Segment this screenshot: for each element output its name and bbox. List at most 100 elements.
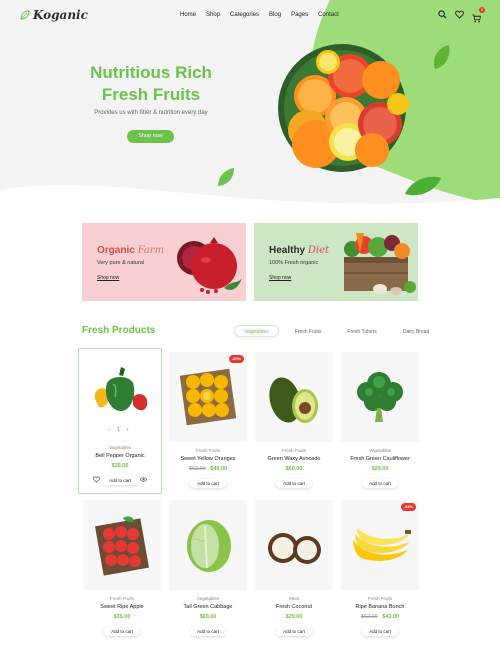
healthy-diet-banner[interactable]: Healthy Diet 100% Fresh organic Shop now: [254, 223, 418, 301]
hero-shop-now-button[interactable]: Shop now: [127, 130, 174, 143]
product-price: $62.00 $49.00: [166, 466, 250, 472]
banner-subtitle: Very pure & natural: [97, 260, 145, 266]
brand-name: Koganic: [33, 8, 88, 22]
product-card[interactable]: -20% Fresh Fruits Sweet Yellow Oranges $…: [166, 352, 250, 490]
decrease-icon[interactable]: −: [108, 427, 111, 433]
nav-home[interactable]: Home: [180, 12, 196, 18]
product-name[interactable]: Sweet Yellow Oranges: [166, 456, 250, 462]
quantity-stepper[interactable]: − 1 +: [108, 427, 129, 433]
increase-icon[interactable]: +: [126, 427, 129, 433]
current-price: $35.00: [113, 614, 131, 620]
tab-fresh-fruits[interactable]: Fresh Fruits: [285, 325, 332, 337]
product-name[interactable]: Green Waxy Avocado: [252, 456, 336, 462]
product-name[interactable]: Tall Green Cabbage: [166, 604, 250, 610]
nav-icons: 0: [438, 7, 485, 23]
product-card[interactable]: Fresh Fruits Sweet Ripe Apple $35.00 Add…: [80, 500, 164, 638]
banner-title-script: Farm: [137, 245, 165, 256]
leaf-decoration: [405, 176, 441, 196]
logo[interactable]: Koganic: [20, 8, 88, 22]
sale-badge: -20%: [228, 355, 244, 363]
add-to-cart-button[interactable]: Add to cart: [190, 479, 226, 488]
banner-shop-now-link[interactable]: Shop now: [97, 275, 119, 281]
add-to-cart-button[interactable]: Add to cart: [362, 627, 398, 636]
product-price: $60.00: [252, 466, 336, 472]
oranges-box-image: [179, 368, 237, 426]
current-price: $29.00: [285, 614, 303, 620]
product-price: $29.00: [252, 614, 336, 620]
tab-vegetables[interactable]: Vegetables: [234, 325, 279, 337]
old-price: $62.00: [188, 466, 206, 472]
bell-pepper-image: [94, 367, 148, 411]
banner-shop-now-link[interactable]: Shop now: [269, 275, 291, 281]
product-price: $62.00 $43.00: [338, 614, 422, 620]
product-name[interactable]: Ripe Banana Bunch: [338, 604, 422, 610]
tab-dairy-bread[interactable]: Dairy Bread: [393, 325, 439, 337]
banner-subtitle: 100% Fresh organic: [269, 260, 319, 266]
product-card[interactable]: Vegetables Tall Green Cabbage $60.00 Add…: [166, 500, 250, 638]
product-category: Fresh Fruits: [281, 448, 306, 453]
product-card[interactable]: Vegetables Fresh Green Cauliflower $29.0…: [338, 352, 422, 490]
product-card[interactable]: Meat Fresh Coconut $29.00 Add to cart: [252, 500, 336, 638]
nav-shop[interactable]: Shop: [206, 12, 220, 18]
current-price: $60.00: [199, 614, 217, 620]
product-name[interactable]: Bell Pepper Organic: [79, 453, 161, 459]
cart-button[interactable]: 0: [472, 7, 485, 23]
current-price: $49.00: [210, 466, 228, 472]
product-image: [341, 352, 419, 442]
nav-blog[interactable]: Blog: [269, 12, 281, 18]
search-icon[interactable]: [438, 10, 447, 19]
hero-title: Nutritious Rich Fresh Fruits: [70, 62, 232, 106]
navbar: Koganic Home Shop Categories Blog Pages …: [0, 0, 500, 32]
product-card[interactable]: − 1 + Vegetables Bell Pepper Organic $35…: [78, 348, 162, 494]
wishlist-heart-icon[interactable]: [93, 476, 100, 483]
current-price: $43.00: [382, 614, 400, 620]
wishlist-heart-icon[interactable]: [455, 10, 464, 19]
banner-title-main: Healthy: [269, 245, 306, 256]
nav-contact[interactable]: Contact: [318, 12, 339, 18]
leaf-logo-icon: [20, 10, 30, 20]
product-category: Vegetables: [368, 448, 392, 453]
nav-menu: Home Shop Categories Blog Pages Contact: [180, 12, 349, 18]
product-image: [83, 500, 161, 590]
product-name[interactable]: Sweet Ripe Apple: [80, 604, 164, 610]
add-to-cart-button[interactable]: Add to cart: [190, 627, 226, 636]
current-price: $29.00: [371, 466, 389, 472]
organic-farm-banner[interactable]: Organic Farm Very pure & natural Shop no…: [82, 223, 246, 301]
product-card[interactable]: -22% Fresh Fruits Ripe Banana Bunch $62.…: [338, 500, 422, 638]
product-image: -22%: [341, 500, 419, 590]
product-image: [255, 500, 333, 590]
product-category: Fresh Fruits: [109, 596, 134, 601]
nav-categories[interactable]: Categories: [230, 12, 259, 18]
product-price: $29.00: [338, 466, 422, 472]
add-to-cart-button[interactable]: Add to cart: [276, 479, 312, 488]
product-image: -20%: [169, 352, 247, 442]
product-name[interactable]: Fresh Coconut: [252, 604, 336, 610]
banner-title-main: Organic: [97, 245, 135, 256]
quick-view-eye-icon[interactable]: [140, 476, 147, 483]
product-name[interactable]: Fresh Green Cauliflower: [338, 456, 422, 462]
citrus-bowl-image: [278, 44, 409, 172]
vegetable-crate-image: [344, 233, 416, 295]
product-category: Vegetables: [108, 445, 132, 450]
hero-title-line2: Fresh Fruits: [101, 85, 201, 104]
apples-box-image: [95, 516, 149, 576]
current-price: $60.00: [285, 466, 303, 472]
current-price: $35.00: [111, 463, 129, 469]
product-image: − 1 +: [81, 349, 159, 439]
product-price: $35.00: [80, 614, 164, 620]
add-to-cart-button[interactable]: Add to cart: [276, 627, 312, 636]
quantity-value: 1: [116, 427, 120, 433]
add-to-cart-button[interactable]: Add to cart: [362, 479, 398, 488]
product-card[interactable]: Fresh Fruits Green Waxy Avocado $60.00 A…: [252, 352, 336, 490]
banner-title-script: Diet: [307, 245, 330, 256]
product-category-tabs: Vegetables Fresh Fruits Fresh Tubers Dai…: [234, 325, 439, 337]
add-to-cart-button[interactable]: Add to cart: [104, 627, 140, 636]
product-image: [169, 500, 247, 590]
nav-pages[interactable]: Pages: [291, 12, 308, 18]
avocado-image: [269, 377, 318, 423]
product-image: [255, 352, 333, 442]
add-to-cart-button[interactable]: Add to cart: [102, 476, 138, 485]
tab-fresh-tubers[interactable]: Fresh Tubers: [337, 325, 386, 337]
product-category: Fresh Fruits: [195, 448, 220, 453]
hero-title-line1: Nutritious Rich: [90, 63, 212, 82]
